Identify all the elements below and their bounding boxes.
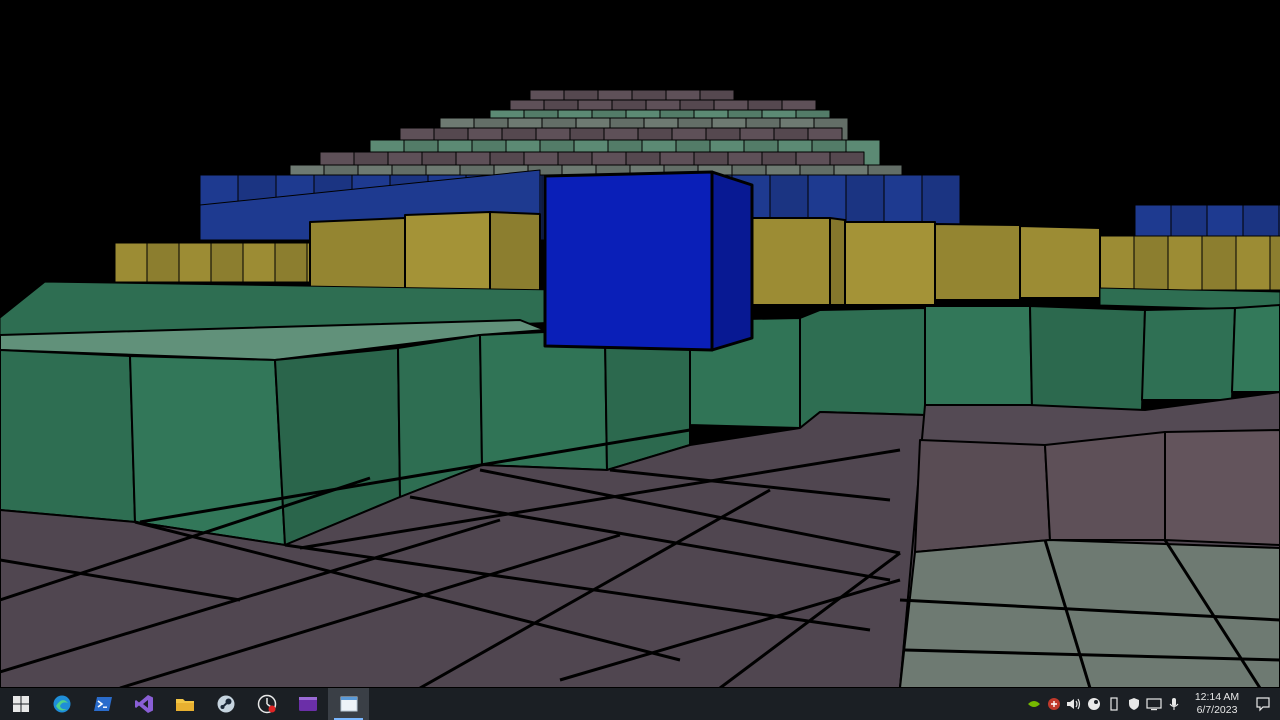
clock[interactable]: 12:14 AM 6/7/2023 [1188,688,1246,720]
taskbar-powershell-button[interactable] [82,688,123,720]
sand-block [829,217,846,306]
sand-block [1201,235,1237,291]
sand-block [934,223,1021,301]
network-icon[interactable] [1144,688,1164,720]
powershell-icon [93,697,112,711]
sand-block [1099,235,1135,291]
windows-logo-icon [12,696,29,712]
sand-block [114,242,148,283]
visual-studio-icon [134,695,153,713]
steam-tray-icon[interactable] [1084,688,1104,720]
water-block [1134,204,1172,241]
steam-icon [217,695,234,713]
sand-block [1167,235,1203,291]
grass-block [1141,307,1236,401]
clock-time: 12:14 AM [1194,691,1240,703]
terminal-icon [298,697,317,711]
sand-block [210,242,244,283]
grass-block [799,307,926,429]
security-icon[interactable] [1124,688,1144,720]
folder-icon [175,699,194,711]
sand-block [1133,235,1169,291]
notification-center-button[interactable] [1246,688,1280,720]
nvidia-icon[interactable] [1024,688,1044,720]
volume-icon[interactable] [1064,688,1084,720]
stone-block [914,439,1051,553]
taskbar-game-window-button[interactable] [328,688,369,720]
sand-block [749,217,831,306]
shield-icon[interactable] [1044,688,1064,720]
microphone-icon[interactable] [1164,688,1184,720]
sand-block [274,242,308,283]
grass-block [0,349,136,523]
taskbar-file-explorer-button[interactable] [164,688,205,720]
voxel-scene [0,89,1280,688]
edge-browser-icon [53,695,70,713]
grass-block [1231,304,1280,393]
sand-block [1269,235,1280,291]
player-cube-front [543,170,714,352]
sand-block [1019,225,1101,299]
usb-icon[interactable] [1104,688,1124,720]
recorder-icon [257,694,276,714]
start-button[interactable] [0,688,41,720]
grass-block [479,331,608,471]
taskbar-visual-studio-button[interactable] [123,688,164,720]
water-block [1206,204,1244,241]
taskbar-steam-button[interactable] [205,688,246,720]
grass-block [129,355,286,546]
sand-block [146,242,180,283]
taskbar-terminal-button[interactable] [287,688,328,720]
sand-block [844,221,936,306]
taskbar-edge-button[interactable] [41,688,82,720]
taskbar-obs-button[interactable] [246,688,287,720]
app-window-icon [340,696,357,712]
game-viewport[interactable] [0,0,1280,688]
notification-icon [1256,697,1270,712]
grass-block [1029,305,1146,411]
stone-block [1044,431,1166,541]
taskbar: 12:14 AM 6/7/2023 [0,688,1280,720]
sand-block [178,242,212,283]
grass-block [924,305,1033,409]
player-cube-side [710,170,754,352]
sand-block [242,242,276,283]
water-block [1242,204,1280,241]
stone-block [1164,429,1280,546]
water-block [1170,204,1208,241]
light-floor [899,539,1280,688]
clock-date: 6/7/2023 [1196,704,1238,716]
system-tray: 12:14 AM 6/7/2023 [1024,688,1280,720]
sand-block [1235,235,1271,291]
